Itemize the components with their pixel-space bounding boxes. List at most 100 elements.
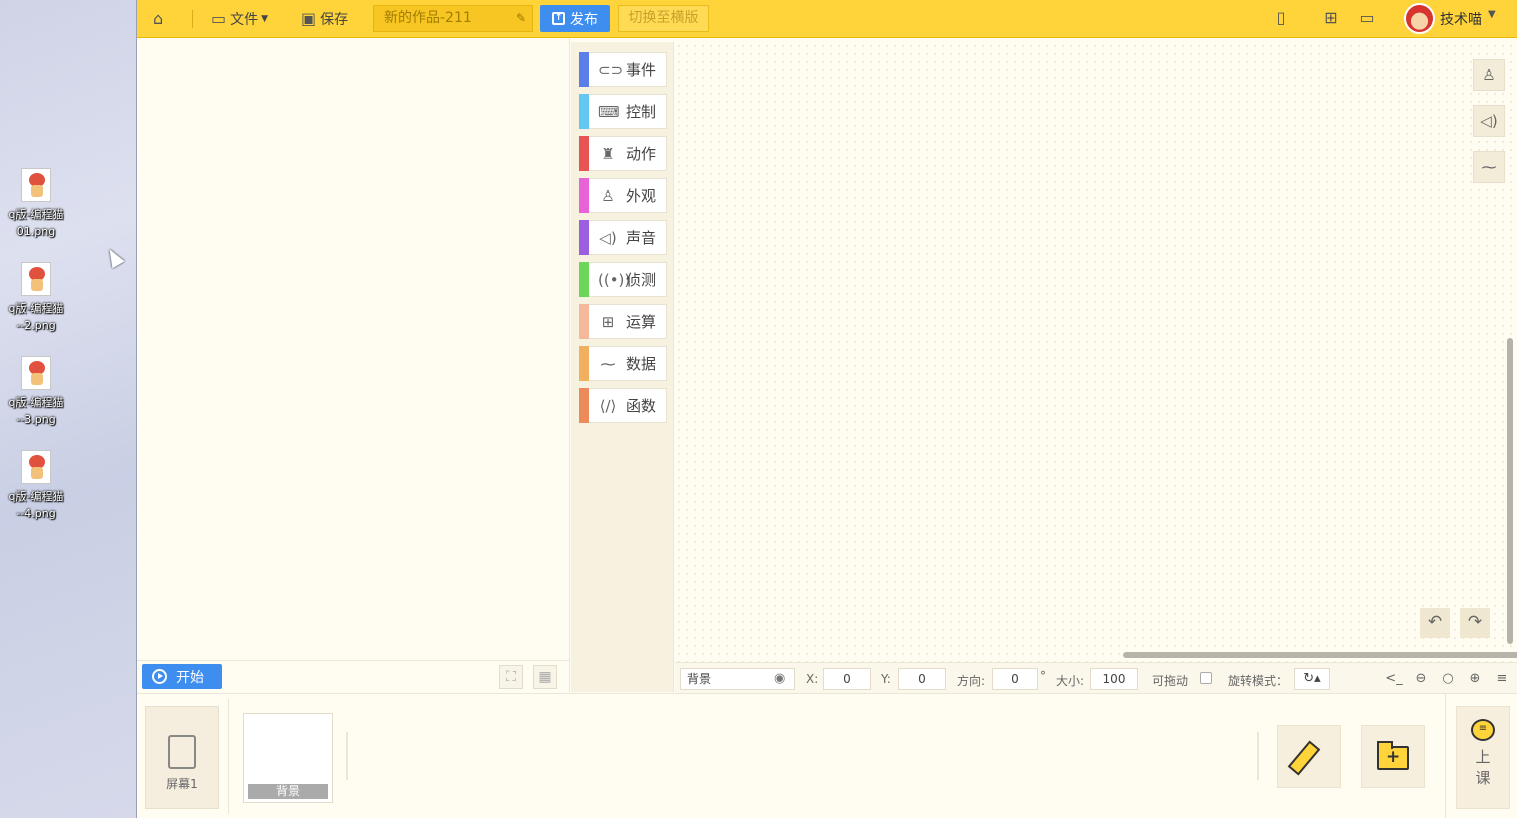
chevron-down-icon: ▼ [261,13,269,24]
save-label: 保存 [320,11,349,28]
x-label: X: [806,672,819,686]
class-label: 上课 [1475,748,1491,787]
category-label: 外观 [626,187,657,205]
category-motion[interactable]: ♜ 动作 [579,136,667,171]
eye-icon[interactable]: ◉ [774,671,785,686]
zoom-in-icon[interactable]: ⊕ [1464,668,1486,690]
code-icon: ⟨/⟩ [599,396,617,415]
category-label: 声音 [626,229,657,247]
block-category-list: ⊂⊃ 事件 ⌨ 控制 ♜ 动作 ♙ 外观 ◁) 声音 ((•)) 侦测 ⊞ 运算… [571,42,674,692]
redo-icon[interactable]: ↷ [1460,608,1490,638]
mouse-cursor-icon [103,245,125,269]
code-workspace[interactable]: ♙ ◁) ⁓ ↶ ↷ [675,42,1517,662]
chevron-down-icon[interactable]: ▼ [1488,9,1496,20]
divider [1257,732,1259,780]
asset-panel: 屏幕1 背景 + ≡ 上课 [137,693,1517,818]
category-color-bar [579,136,589,171]
speaker-icon: ◁) [599,228,617,247]
open-folder-icon[interactable]: ▭ [1357,8,1377,28]
category-functions[interactable]: ⟨/⟩ 函数 [579,388,667,423]
image-thumbnail-icon [21,450,51,484]
y-label: Y: [881,672,891,686]
background-card[interactable]: 背景 [243,713,333,803]
file-menu-button[interactable]: ▭ 文件 ▼ [211,5,268,32]
gamepad-icon: ⌨ [598,102,620,121]
speaker-icon[interactable]: ◁) [1473,105,1505,137]
toggle-icon: ⊂⊃ [598,60,624,79]
fullscreen-icon[interactable]: ⛶ [499,665,523,689]
image-thumbnail-icon [21,356,51,390]
rotate-mode-label: 旋转模式： [1228,674,1289,688]
start-button[interactable]: 开始 [142,664,222,689]
desktop-file-name: q版-编程猫 --2.png [8,302,64,332]
paint-button[interactable] [1277,725,1341,788]
avatar[interactable] [1404,3,1435,34]
desktop-file-icon[interactable]: q版-编程猫 --2.png [2,262,70,334]
stage-controls: 开始 ⛶ ▦ [137,660,570,692]
zoom-out-icon[interactable]: ⊖ [1410,668,1432,690]
category-looks[interactable]: ♙ 外观 [579,178,667,213]
category-label: 数据 [626,355,657,373]
category-label: 事件 [626,61,657,79]
rotate-mode-select[interactable]: ↻▴ [1294,668,1330,690]
image-thumbnail-icon [21,168,51,202]
pencil-icon [1287,740,1321,776]
category-data[interactable]: ⁓ 数据 [579,346,667,381]
publish-button[interactable]: ↑ 发布 [540,5,610,32]
category-color-bar [579,304,589,339]
grid-icon[interactable]: ▦ [533,665,557,689]
draggable-label: 可拖动 [1152,674,1189,688]
category-sensing[interactable]: ((•)) 侦测 [579,262,667,297]
calculator-icon: ⊞ [601,312,615,331]
shirt-icon[interactable]: ♙ [1473,59,1505,91]
desktop-file-icon[interactable]: q版-编程猫 --3.png [2,356,70,428]
mobile-preview-icon[interactable]: ▯ [1271,8,1291,28]
horizontal-scrollbar[interactable] [1123,652,1517,658]
screen-label: 屏幕1 [166,777,198,791]
editor-window: ⌂ ▭ 文件 ▼ ▣ 保存 新的作品-211 ✎ ↑ 发布 切换至横版 ▯ ⊞ … [136,0,1517,818]
divider [346,732,348,780]
phone-screen-icon [168,735,196,769]
category-events[interactable]: ⊂⊃ 事件 [579,52,667,87]
screen-card[interactable]: 屏幕1 [145,706,219,809]
category-label: 函数 [626,397,657,415]
stage-canvas[interactable] [137,38,570,660]
class-panel: ≡ 上课 [1445,694,1517,818]
category-label: 控制 [626,103,657,121]
home-button[interactable]: ⌂ [153,5,167,32]
desktop-file-icon[interactable]: q版-编程猫 01.png [2,168,70,240]
desktop-file-name: q版-编程猫 --3.png [8,396,64,426]
size-label: 大小: [1056,674,1085,688]
category-color-bar [579,262,589,297]
publish-label: 发布 [570,11,598,28]
category-label: 运算 [626,313,657,331]
chart-line-icon[interactable]: ⁓ [1473,151,1505,183]
save-button[interactable]: ▣ 保存 [301,5,348,32]
class-button[interactable]: ≡ 上课 [1456,706,1510,809]
switch-landscape-button[interactable]: 切换至横版 [618,5,709,32]
gift-icon[interactable]: ⊞ [1321,8,1341,28]
y-input[interactable]: 0 [898,668,946,690]
vertical-scrollbar[interactable] [1507,338,1513,644]
image-thumbnail-icon [21,262,51,296]
project-title-input[interactable]: 新的作品-211 ✎ [373,5,533,32]
add-asset-button[interactable]: + [1361,725,1425,788]
username[interactable]: 技术喵 [1440,9,1482,29]
sprite-properties-bar: 背景 ◉ X: 0 Y: 0 方向: 0 ° 大小: 100 可拖动 旋转模式：… [675,662,1517,693]
degree-symbol: ° [1040,669,1046,683]
menu-icon[interactable]: ≡ [1491,668,1513,690]
category-sound[interactable]: ◁) 声音 [579,220,667,255]
category-color-bar [579,52,589,87]
zoom-reset-icon[interactable]: ○ [1437,668,1459,690]
category-control[interactable]: ⌨ 控制 [579,94,667,129]
desktop-file-icon[interactable]: q版-编程猫 --4.png [2,450,70,522]
category-operators[interactable]: ⊞ 运算 [579,304,667,339]
category-label: 侦测 [626,271,657,289]
size-input[interactable]: 100 [1090,668,1138,690]
draggable-checkbox[interactable] [1200,672,1212,684]
undo-icon[interactable]: ↶ [1420,608,1450,638]
collapse-icon[interactable]: <_ [1383,668,1405,690]
x-input[interactable]: 0 [823,668,871,690]
pencil-icon: ✎ [515,11,526,25]
direction-input[interactable]: 0 [992,668,1038,690]
